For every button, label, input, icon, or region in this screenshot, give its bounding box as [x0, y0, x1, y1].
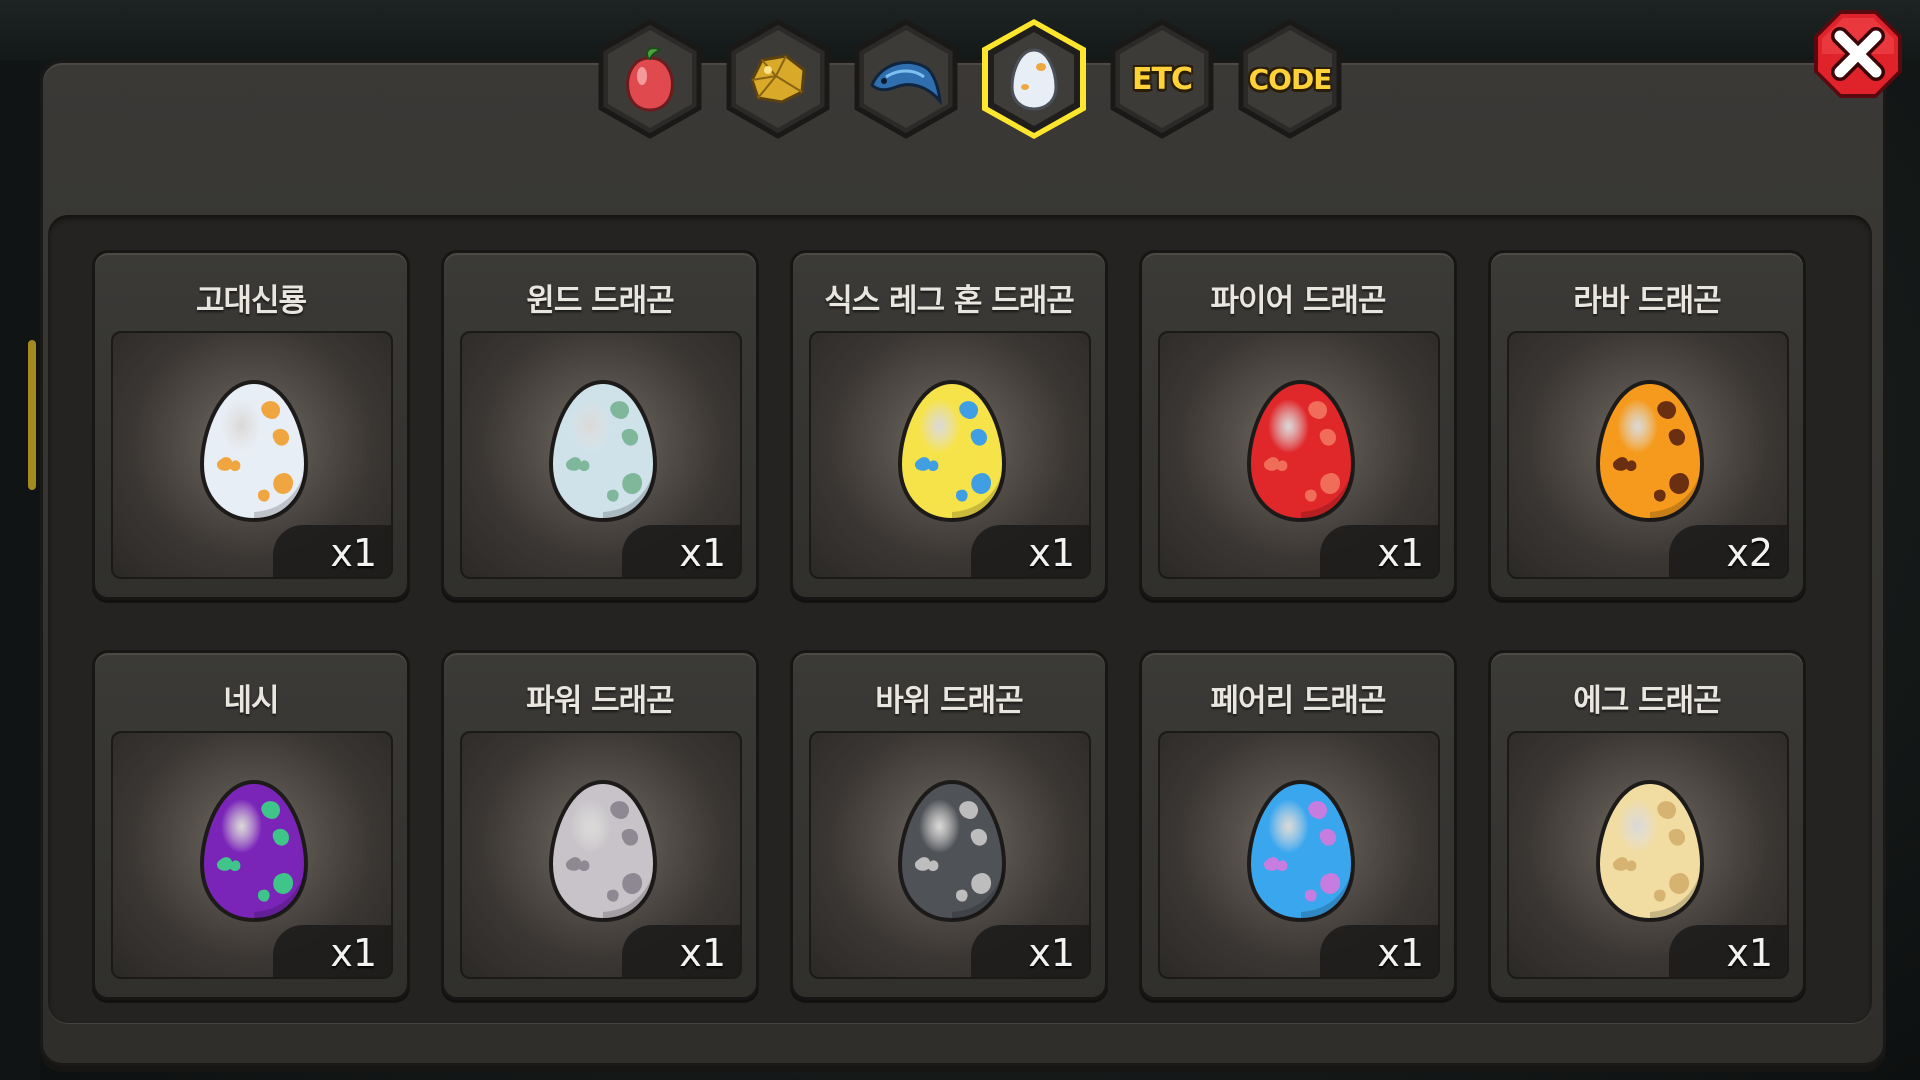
tab-egg[interactable]	[979, 18, 1089, 140]
item-name: 페어리 드래곤	[1210, 683, 1387, 719]
item-count: x1	[679, 931, 726, 975]
tab-code[interactable]: CODE	[1235, 18, 1345, 140]
item-count: x1	[1726, 931, 1773, 975]
category-tabs: ETC CODE	[595, 18, 1355, 143]
item-slot: x1	[111, 331, 393, 579]
item-slot: x1	[809, 731, 1091, 979]
egg-item-grid: 고대신룡 x1 윈드 드래곤 x1 식스 레그 혼 드래곤 x1 파이어 드래곤 x1 라바 드…	[92, 250, 1812, 1000]
item-slot: x2	[1507, 331, 1789, 579]
item-count: x1	[1028, 931, 1075, 975]
item-name: 고대신룡	[195, 283, 307, 319]
item-name: 파워 드래곤	[526, 683, 674, 719]
egg-item-card[interactable]: 페어리 드래곤 x1	[1139, 650, 1457, 1000]
egg-icon	[1010, 48, 1058, 111]
dragon-egg-icon	[1246, 779, 1356, 923]
item-name: 윈드 드래곤	[526, 283, 674, 319]
item-count: x1	[679, 531, 726, 575]
egg-item-card[interactable]: 파워 드래곤 x1	[441, 650, 759, 1000]
egg-item-card[interactable]: 라바 드래곤 x2	[1488, 250, 1806, 600]
dragon-egg-icon	[199, 379, 309, 523]
red-fruit-icon	[626, 47, 674, 112]
item-name: 파이어 드래곤	[1210, 283, 1387, 319]
tab-etc-label: ETC	[1132, 61, 1193, 97]
item-slot: x1	[460, 331, 742, 579]
dragon-egg-icon	[1595, 779, 1705, 923]
dragon-egg-icon	[1595, 379, 1705, 523]
item-name: 라바 드래곤	[1573, 283, 1721, 319]
background-accent	[28, 340, 36, 490]
item-slot: x1	[1158, 331, 1440, 579]
item-name: 네시	[223, 683, 279, 719]
item-slot: x1	[809, 331, 1091, 579]
item-name: 에그 드래곤	[1573, 683, 1721, 719]
dragon-egg-icon	[199, 779, 309, 923]
item-count: x2	[1726, 531, 1773, 575]
item-count: x1	[1377, 931, 1424, 975]
item-count: x1	[1377, 531, 1424, 575]
dragon-egg-icon	[548, 379, 658, 523]
egg-item-card[interactable]: 네시 x1	[92, 650, 410, 1000]
dragon-egg-icon	[897, 779, 1007, 923]
egg-item-card[interactable]: 고대신룡 x1	[92, 250, 410, 600]
dragon-egg-icon	[1246, 379, 1356, 523]
item-count: x1	[330, 531, 377, 575]
dragon-egg-icon	[548, 779, 658, 923]
item-slot: x1	[1507, 731, 1789, 979]
blue-fish-icon	[870, 60, 943, 106]
item-slot: x1	[460, 731, 742, 979]
item-slot: x1	[1158, 731, 1440, 979]
tab-ore[interactable]	[723, 18, 833, 140]
egg-item-card[interactable]: 파이어 드래곤 x1	[1139, 250, 1457, 600]
egg-item-card[interactable]: 윈드 드래곤 x1	[441, 250, 759, 600]
egg-item-card[interactable]: 식스 레그 혼 드래곤 x1	[790, 250, 1108, 600]
dragon-egg-icon	[897, 379, 1007, 523]
tab-etc[interactable]: ETC	[1107, 18, 1217, 140]
item-count: x1	[1028, 531, 1075, 575]
tab-fruit[interactable]	[595, 18, 705, 140]
item-count: x1	[330, 931, 377, 975]
tab-fish[interactable]	[851, 18, 961, 140]
close-button[interactable]	[1810, 6, 1906, 102]
close-icon	[1814, 10, 1902, 98]
tab-code-label: CODE	[1248, 62, 1333, 96]
item-slot: x1	[111, 731, 393, 979]
item-name: 식스 레그 혼 드래곤	[824, 283, 1075, 319]
background-left	[0, 60, 40, 1080]
gold-ore-icon	[750, 54, 806, 104]
egg-item-card[interactable]: 바위 드래곤 x1	[790, 650, 1108, 1000]
item-name: 바위 드래곤	[875, 683, 1023, 719]
egg-item-card[interactable]: 에그 드래곤 x1	[1488, 650, 1806, 1000]
